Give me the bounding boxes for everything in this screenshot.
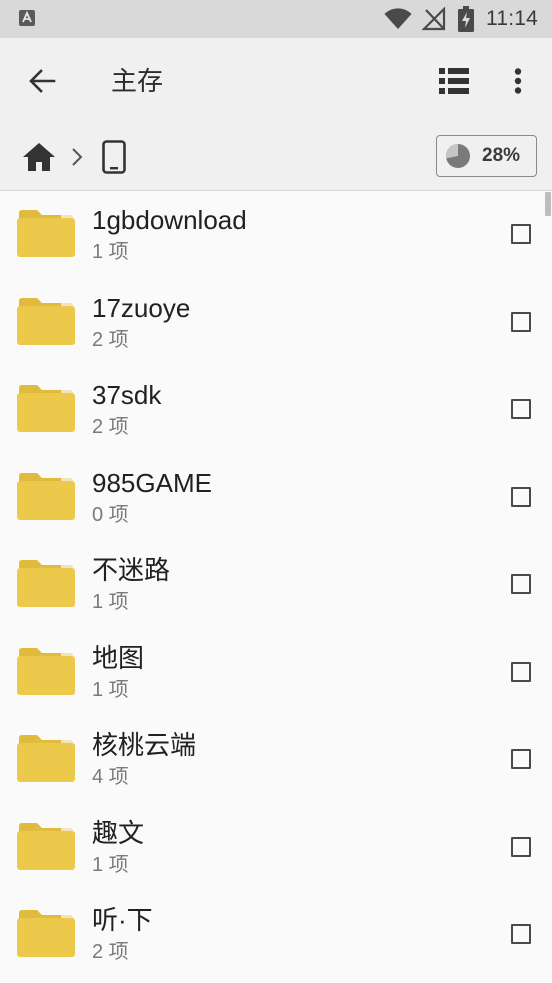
file-item-count: 0 项 (92, 503, 129, 526)
wifi-icon (384, 8, 412, 29)
storage-pie-icon (446, 144, 470, 168)
storage-usage-chip[interactable]: 28% (436, 135, 537, 177)
file-manager-screen: 11:14 主存 28% 1gbdownload 1 项 17zuoye 2 项… (0, 0, 552, 983)
view-toggle-button[interactable] (430, 57, 478, 105)
file-name: 听·下 (92, 905, 153, 935)
folder-icon (17, 560, 75, 607)
folder-icon (17, 210, 75, 257)
select-checkbox[interactable] (511, 574, 531, 594)
folder-icon (17, 297, 75, 345)
file-item-count: 2 项 (92, 328, 129, 351)
arrow-left-icon (29, 69, 56, 93)
phone-icon (102, 140, 126, 174)
folder-icon (17, 385, 75, 432)
battery-charging-icon (458, 6, 474, 32)
file-item-count: 1 项 (92, 591, 129, 613)
status-bar: 11:14 (0, 0, 552, 38)
more-options-button[interactable] (494, 57, 542, 105)
folder-icon (17, 735, 75, 782)
file-row[interactable]: 17zuoye 2 项 (0, 279, 552, 367)
file-row[interactable]: 985GAME 0 项 (0, 454, 552, 542)
file-row[interactable]: 趣文 1 项 (0, 804, 552, 892)
folder-icon (17, 910, 75, 957)
file-row[interactable]: 核桃云端 4 项 (0, 716, 552, 804)
folder-icon (17, 472, 75, 520)
file-row[interactable]: 地图 1 项 (0, 629, 552, 717)
file-item-count: 1 项 (92, 241, 129, 263)
select-checkbox[interactable] (511, 661, 531, 682)
select-checkbox[interactable] (511, 924, 531, 944)
breadcrumb-home[interactable] (20, 138, 58, 176)
chevron-right-icon (72, 148, 83, 166)
file-item-count: 1 项 (92, 678, 129, 701)
file-name: 17zuoye (92, 292, 191, 323)
select-checkbox[interactable] (511, 486, 531, 507)
file-item-count: 1 项 (92, 853, 129, 876)
file-name: 1gbdownload (92, 205, 247, 235)
file-row[interactable]: 不迷路 1 项 (0, 541, 552, 629)
file-name: 985GAME (92, 467, 212, 498)
file-item-count: 2 项 (92, 416, 129, 438)
app-notification-icon (19, 10, 35, 26)
breadcrumb: 28% (0, 124, 552, 191)
file-row[interactable]: 听·下 2 项 (0, 891, 552, 979)
folder-icon (17, 822, 75, 870)
folder-icon (17, 647, 75, 695)
scrollbar[interactable] (545, 192, 551, 216)
file-name: 趣文 (92, 817, 145, 848)
home-icon (23, 143, 55, 171)
file-name: 核桃云端 (92, 730, 197, 760)
file-name: 37sdk (92, 380, 162, 410)
select-checkbox[interactable] (511, 836, 531, 857)
file-row[interactable]: 1gbdownload 1 项 (0, 191, 552, 279)
more-vert-icon (514, 68, 522, 94)
no-signal-icon (422, 7, 446, 31)
list-view-icon (439, 68, 469, 94)
storage-percent: 28% (482, 145, 521, 166)
breadcrumb-device[interactable] (96, 136, 132, 178)
status-time: 11:14 (486, 7, 538, 30)
select-checkbox[interactable] (511, 399, 531, 419)
select-checkbox[interactable] (511, 749, 531, 769)
page-title: 主存 (111, 66, 164, 96)
file-item-count: 4 项 (92, 766, 129, 788)
file-row[interactable]: 37sdk 2 项 (0, 366, 552, 454)
toolbar: 主存 (0, 38, 552, 124)
file-item-count: 2 项 (92, 941, 129, 963)
file-list: 1gbdownload 1 项 17zuoye 2 项 37sdk 2 项 98… (0, 191, 552, 983)
select-checkbox[interactable] (511, 224, 531, 244)
back-button[interactable] (18, 57, 66, 105)
select-checkbox[interactable] (511, 311, 531, 332)
file-name: 不迷路 (92, 555, 171, 585)
file-name: 地图 (92, 642, 145, 673)
